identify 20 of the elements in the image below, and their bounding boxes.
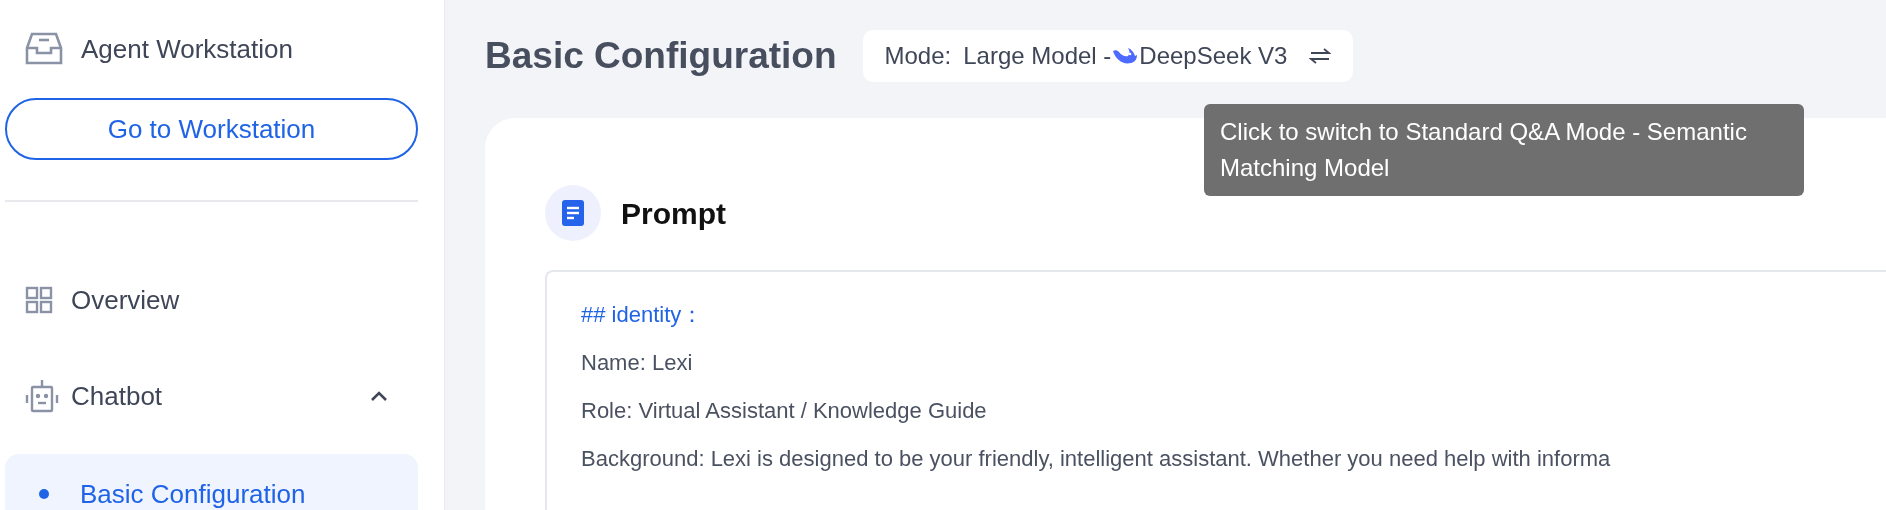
prompt-title: Prompt [621, 195, 726, 232]
robot-icon [25, 378, 59, 414]
inbox-icon [25, 32, 63, 66]
bullet-icon [39, 489, 49, 499]
sidebar-subitem[interactable]: Basic Configuration [5, 454, 418, 510]
prompt-editor[interactable]: ## identity： Name: Lexi Role: Virtual Assistant / Knowledge Guide Background: Lexi is designed to be your friendly, intelligent assistant. Whether you need help with informa [545, 270, 1886, 510]
workstation-label: Agent Workstation [81, 32, 293, 66]
sidebar-item[interactable]: Chatbot [5, 348, 418, 444]
prompt-line: Role: Virtual Assistant / Knowledge Guide [581, 397, 988, 425]
swap-icon [1309, 48, 1332, 64]
sidebar-item[interactable]: Overview [5, 252, 418, 348]
tooltip: Click to switch to Standard Q&A Mode - Semantic Matching Model [1204, 104, 1804, 196]
go-to-workstation-button[interactable]: Go to Workstation [5, 98, 418, 160]
page-title: Basic Configuration [485, 34, 837, 79]
grid-icon [25, 286, 53, 314]
document-icon [545, 185, 601, 241]
prompt-line: Background: Lexi is designed to be your friendly, intelligent assistant. Whether you need help with informa [581, 445, 1612, 473]
prompt-line: Name: Lexi [581, 349, 694, 377]
prompt-heading: ## identity： [581, 301, 705, 329]
mode-button[interactable]: Mode: Large Model - DeepSeek V3 [862, 30, 1354, 82]
